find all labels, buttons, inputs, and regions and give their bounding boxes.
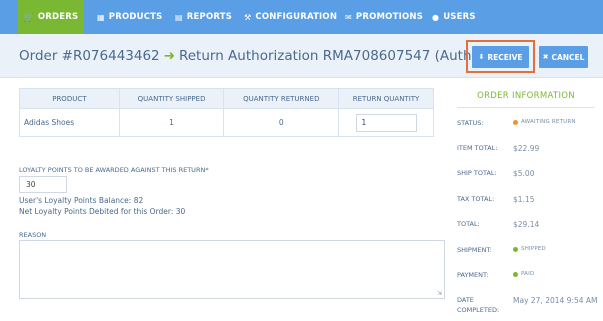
shipment-value: SHIPPED bbox=[521, 246, 546, 252]
status-badge: AWAITING RETURN bbox=[513, 119, 576, 125]
download-icon: ⬇ bbox=[478, 53, 485, 61]
user-icon: ● bbox=[432, 12, 440, 22]
divider bbox=[457, 107, 595, 108]
total-label: TOTAL: bbox=[457, 220, 480, 228]
quantity-shipped: 1 bbox=[118, 108, 225, 137]
item-total-value: $22.99 bbox=[513, 144, 540, 153]
nav-users-label: USERS bbox=[443, 12, 476, 22]
nav-orders-label: ORDERS bbox=[37, 12, 79, 22]
shipment-dot-icon bbox=[513, 246, 518, 252]
product-link[interactable]: Adidas Shoes bbox=[19, 108, 120, 137]
loyalty-points-label: LOYALTY POINTS TO BE AWARDED AGAINST THI… bbox=[19, 166, 209, 174]
table-header-row: PRODUCT QUANTITY SHIPPED QUANTITY RETURN… bbox=[19, 88, 434, 109]
col-return-quantity: RETURN QUANTITY bbox=[338, 88, 434, 109]
return-quantity-input[interactable] bbox=[355, 113, 417, 132]
shipment-label: SHIPMENT: bbox=[457, 246, 492, 254]
loyalty-points-input[interactable] bbox=[19, 176, 67, 193]
nav-reports[interactable]: ▤ REPORTS bbox=[175, 0, 232, 34]
loyalty-debited: Net Loyalty Points Debited for this Orde… bbox=[19, 207, 186, 216]
payment-badge: PAID bbox=[513, 271, 534, 277]
reason-label: REASON bbox=[19, 231, 47, 239]
tax-total-value: $1.15 bbox=[513, 195, 535, 204]
nav-promotions[interactable]: ✉ PROMOTIONS bbox=[345, 0, 423, 34]
shipment-badge: SHIPPED bbox=[513, 246, 546, 252]
arrow-right-icon: ➜ bbox=[163, 48, 175, 64]
receive-button[interactable]: ⬇ RECEIVE bbox=[472, 46, 529, 68]
item-total-label: ITEM TOTAL: bbox=[457, 144, 498, 152]
order-number[interactable]: Order #R076443462 bbox=[19, 48, 160, 64]
payment-dot-icon bbox=[513, 271, 518, 277]
return-quantity-cell bbox=[338, 108, 434, 137]
col-quantity-shipped: QUANTITY SHIPPED bbox=[118, 88, 225, 109]
wrench-icon: ⚒ bbox=[244, 12, 252, 22]
status-value: AWAITING RETURN bbox=[521, 119, 576, 125]
cancel-button[interactable]: ✖ CANCEL bbox=[539, 46, 588, 68]
receive-label: RECEIVE bbox=[487, 52, 523, 62]
date-completed-label-1: DATE bbox=[457, 296, 474, 304]
status-dot-icon bbox=[513, 119, 518, 125]
nav-configuration-label: CONFIGURATION bbox=[255, 12, 338, 22]
ship-total-value: $5.00 bbox=[513, 169, 535, 178]
file-icon: ▤ bbox=[175, 12, 183, 22]
cancel-label: CANCEL bbox=[551, 52, 585, 62]
total-value: $29.14 bbox=[513, 220, 540, 229]
nav-products[interactable]: ▦ PRODUCTS bbox=[97, 0, 162, 34]
resize-handle-icon[interactable]: ⇲ bbox=[437, 291, 443, 297]
close-icon: ✖ bbox=[542, 53, 549, 61]
megaphone-icon: ✉ bbox=[345, 12, 352, 22]
top-nav: 🛒 ORDERS ▦ PRODUCTS ▤ REPORTS ⚒ CONFIGUR… bbox=[0, 0, 603, 34]
nav-configuration[interactable]: ⚒ CONFIGURATION bbox=[244, 0, 337, 34]
cart-icon: 🛒 bbox=[23, 12, 34, 22]
page-header: Order #R076443462 ➜ Return Authorization R… bbox=[0, 34, 603, 78]
payment-label: PAYMENT: bbox=[457, 271, 489, 279]
payment-value: PAID bbox=[521, 271, 535, 277]
col-quantity-returned: QUANTITY RETURNED bbox=[223, 88, 340, 109]
date-completed-value: May 27, 2014 9:54 AM bbox=[513, 296, 598, 305]
nav-users[interactable]: ● USERS bbox=[432, 0, 476, 34]
tax-total-label: TAX TOTAL: bbox=[457, 195, 495, 203]
col-product: PRODUCT bbox=[19, 88, 120, 109]
reason-textarea[interactable]: ⇲ bbox=[19, 240, 445, 299]
nav-promotions-label: PROMOTIONS bbox=[355, 12, 424, 22]
date-completed-label-2: COMPLETED: bbox=[457, 306, 500, 314]
order-information-title: ORDER INFORMATION bbox=[477, 91, 575, 101]
nav-products-label: PRODUCTS bbox=[108, 12, 163, 22]
return-items-table: PRODUCT QUANTITY SHIPPED QUANTITY RETURN… bbox=[19, 88, 434, 137]
nav-reports-label: REPORTS bbox=[186, 12, 233, 22]
loyalty-balance: User's Loyalty Points Balance: 82 bbox=[19, 196, 144, 205]
grid-icon: ▦ bbox=[97, 12, 105, 22]
quantity-returned: 0 bbox=[223, 108, 340, 137]
nav-orders[interactable]: 🛒 ORDERS bbox=[18, 0, 84, 34]
status-label: STATUS: bbox=[457, 119, 484, 127]
ship-total-label: SHIP TOTAL: bbox=[457, 169, 497, 177]
table-row: Adidas Shoes 1 0 bbox=[19, 108, 434, 137]
page-title: Order #R076443462 ➜ Return Authorization R… bbox=[19, 48, 518, 64]
